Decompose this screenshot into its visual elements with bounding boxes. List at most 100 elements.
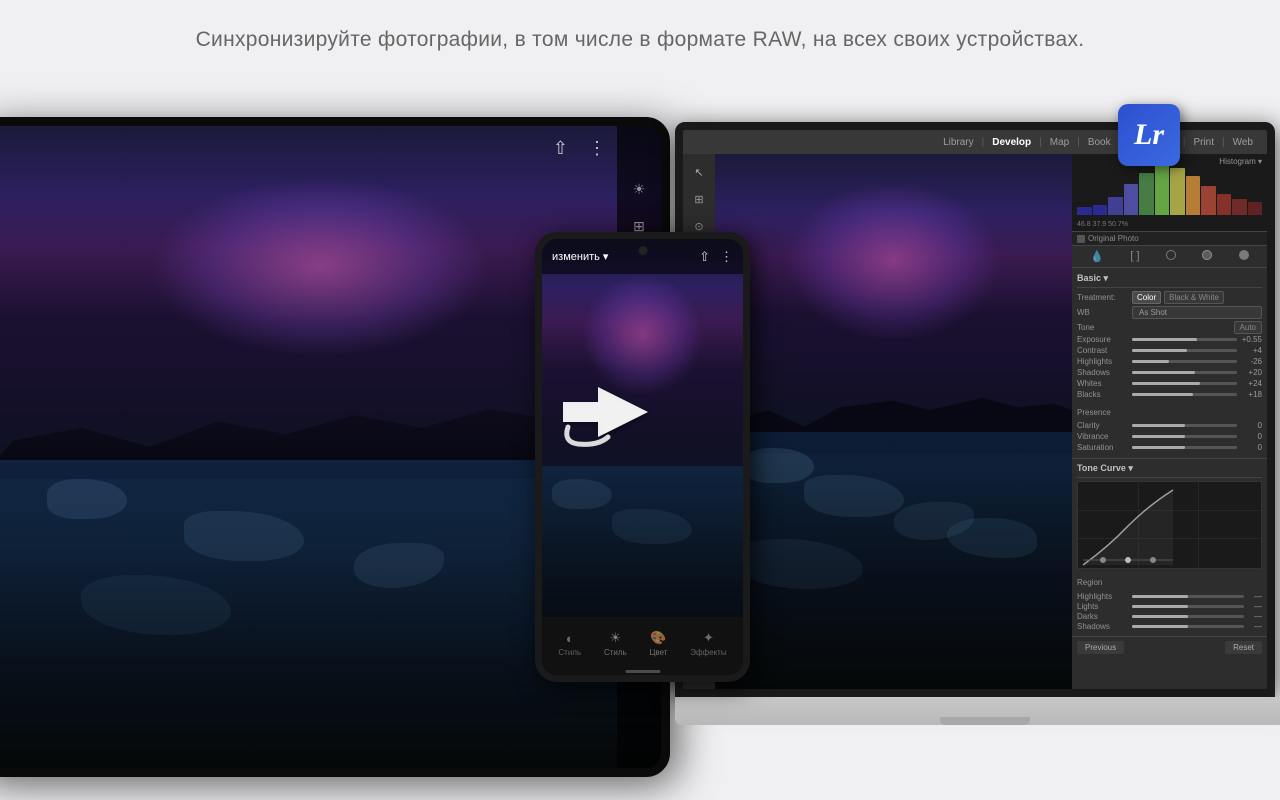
phone-header-bar: изменить ▾ ⇧ ⋮: [542, 239, 743, 274]
treatment-label: Treatment:: [1077, 293, 1129, 302]
phone-header-icons: ⇧ ⋮: [699, 249, 733, 265]
laptop-photo-area: [715, 154, 1072, 689]
exposure-value: +0.55: [1240, 335, 1262, 344]
shadows-label: Shadows: [1077, 368, 1129, 377]
menu-web[interactable]: Web: [1227, 137, 1259, 148]
region-label: Region: [1077, 572, 1262, 590]
highlights-label: Highlights: [1077, 357, 1129, 366]
vibrance-row: Vibrance 0: [1077, 432, 1262, 441]
vibrance-label: Vibrance: [1077, 432, 1129, 441]
wb-value[interactable]: As Shot: [1132, 306, 1262, 319]
lights-label: Lights: [1077, 602, 1129, 611]
lr-circle1[interactable]: [1166, 250, 1176, 260]
saturation-label: Saturation: [1077, 443, 1129, 452]
region-text: Region: [1077, 578, 1102, 587]
lr-basic-header: Basic ▾: [1077, 270, 1262, 288]
menu-book[interactable]: Book: [1082, 137, 1117, 148]
blacks-row: Blacks +18: [1077, 390, 1262, 399]
lr-tool-crop[interactable]: ⊞: [694, 193, 703, 206]
toolbar-light-icon[interactable]: ☀: [633, 181, 646, 198]
presence-label: Presence: [1077, 408, 1111, 417]
lr-right-panel: Histogram ▾: [1072, 154, 1267, 689]
lr-logo-text: Lr: [1134, 120, 1164, 150]
lr-logo: Lr: [1118, 104, 1180, 166]
clarity-value: 0: [1240, 421, 1262, 430]
more-icon[interactable]: ⋮: [588, 138, 606, 159]
tone-curve-header: Tone Curve ▾: [1077, 461, 1262, 478]
whites-label: Whites: [1077, 379, 1129, 388]
phone-camera: [638, 246, 647, 255]
laptop-screen: Library | Develop | Map | Book | Slidesh…: [675, 122, 1275, 697]
tone-row: Tone Auto: [1077, 321, 1262, 334]
highlights-row: Highlights -26: [1077, 357, 1262, 366]
sync-arrow: [558, 372, 678, 457]
menu-develop[interactable]: Develop: [986, 137, 1037, 148]
laptop-notch: [940, 717, 1030, 725]
menu-map[interactable]: Map: [1044, 137, 1075, 148]
clarity-row: Clarity 0: [1077, 421, 1262, 430]
shadows-row: Shadows +20: [1077, 368, 1262, 377]
laptop: Lr Library | Develop | Map | Book | Slid…: [675, 122, 1280, 725]
auto-btn[interactable]: Auto: [1234, 321, 1262, 334]
lr-circle3[interactable]: [1239, 250, 1249, 260]
wb-row: WB As Shot: [1077, 306, 1262, 319]
phone-tab-style[interactable]: ◐ Стиль: [558, 631, 581, 657]
header-section: Синхронизируйте фотографии, в том числе …: [0, 0, 1280, 67]
presence-label-row: Presence: [1077, 402, 1262, 420]
wb-label: WB: [1077, 308, 1129, 317]
vibrance-value: 0: [1240, 432, 1262, 441]
phone-tab-effects[interactable]: ✦ Эффекты: [690, 630, 726, 657]
menu-items: Library | Develop | Map | Book | Slidesh…: [937, 137, 1259, 148]
darks-label: Darks: [1077, 612, 1129, 621]
header-text: Синхронизируйте фотографии, в том числе …: [100, 28, 1180, 52]
lr-bracket[interactable]: [ ]: [1130, 250, 1139, 263]
highlights-value: -26: [1240, 357, 1262, 366]
histogram-numbers: 46.8 37.9 50.7%: [1077, 221, 1128, 228]
menu-library[interactable]: Library: [937, 137, 980, 148]
saturation-row: Saturation 0: [1077, 443, 1262, 452]
color-btn[interactable]: Color: [1132, 291, 1161, 304]
devices-container: ⇧ ⋮ ☀ ⊞ ● ✦ ▲ ◻ ◑ ⚙ ↺: [0, 67, 1280, 787]
laptop-base: [675, 697, 1280, 725]
contrast-row: Contrast +4: [1077, 346, 1262, 355]
previous-button[interactable]: Previous: [1077, 641, 1124, 654]
bw-btn[interactable]: Black & White: [1164, 291, 1224, 304]
phone-home-indicator: [625, 670, 660, 673]
reset-button[interactable]: Reset: [1225, 641, 1262, 654]
original-photo-label: Original Photo: [1088, 234, 1139, 243]
treatment-row: Treatment: Color Black & White: [1077, 291, 1262, 304]
arrow-svg: [558, 372, 678, 452]
phone: изменить ▾ ⇧ ⋮ ◐ Стиль ☀ Стиль 🎨 Ц: [535, 232, 750, 682]
whites-value: +24: [1240, 379, 1262, 388]
highlights-curve-label: Highlights: [1077, 592, 1129, 601]
shadows-value: +20: [1240, 368, 1262, 377]
lr-eyedropper[interactable]: 💧: [1090, 250, 1104, 263]
menu-print[interactable]: Print: [1187, 137, 1220, 148]
phone-bottom-bar: ◐ Стиль ☀ Стиль 🎨 Цвет ✦ Эффекты: [542, 617, 743, 675]
exposure-row: Exposure +0.55: [1077, 335, 1262, 344]
contrast-value: +4: [1240, 346, 1262, 355]
phone-screen: изменить ▾ ⇧ ⋮ ◐ Стиль ☀ Стиль 🎨 Ц: [542, 239, 743, 675]
phone-more-icon[interactable]: ⋮: [720, 249, 733, 265]
lr-tool-cursor[interactable]: ↖: [694, 166, 703, 179]
basic-label: Basic ▾: [1077, 273, 1108, 284]
tone-label: Tone: [1077, 323, 1094, 332]
contrast-label: Contrast: [1077, 346, 1129, 355]
exposure-label: Exposure: [1077, 335, 1129, 344]
lr-bottom-buttons: Previous Reset: [1072, 636, 1267, 658]
clarity-label: Clarity: [1077, 421, 1129, 430]
whites-row: Whites +24: [1077, 379, 1262, 388]
blacks-value: +18: [1240, 390, 1262, 399]
phone-tab-color[interactable]: 🎨 Цвет: [649, 630, 667, 657]
blacks-label: Blacks: [1077, 390, 1129, 399]
tone-curve-label: Tone Curve ▾: [1077, 463, 1133, 474]
lr-circle2[interactable]: [1202, 250, 1212, 260]
phone-share-icon[interactable]: ⇧: [699, 249, 710, 265]
share-icon[interactable]: ⇧: [553, 138, 568, 159]
tablet-top-icons: ⇧ ⋮: [553, 138, 606, 159]
shadows-curve-label: Shadows: [1077, 622, 1129, 631]
saturation-value: 0: [1240, 443, 1262, 452]
phone-edit-label[interactable]: изменить ▾: [552, 250, 608, 263]
phone-tab-light[interactable]: ☀ Стиль: [604, 630, 627, 657]
tone-curve-chart: [1077, 481, 1262, 569]
